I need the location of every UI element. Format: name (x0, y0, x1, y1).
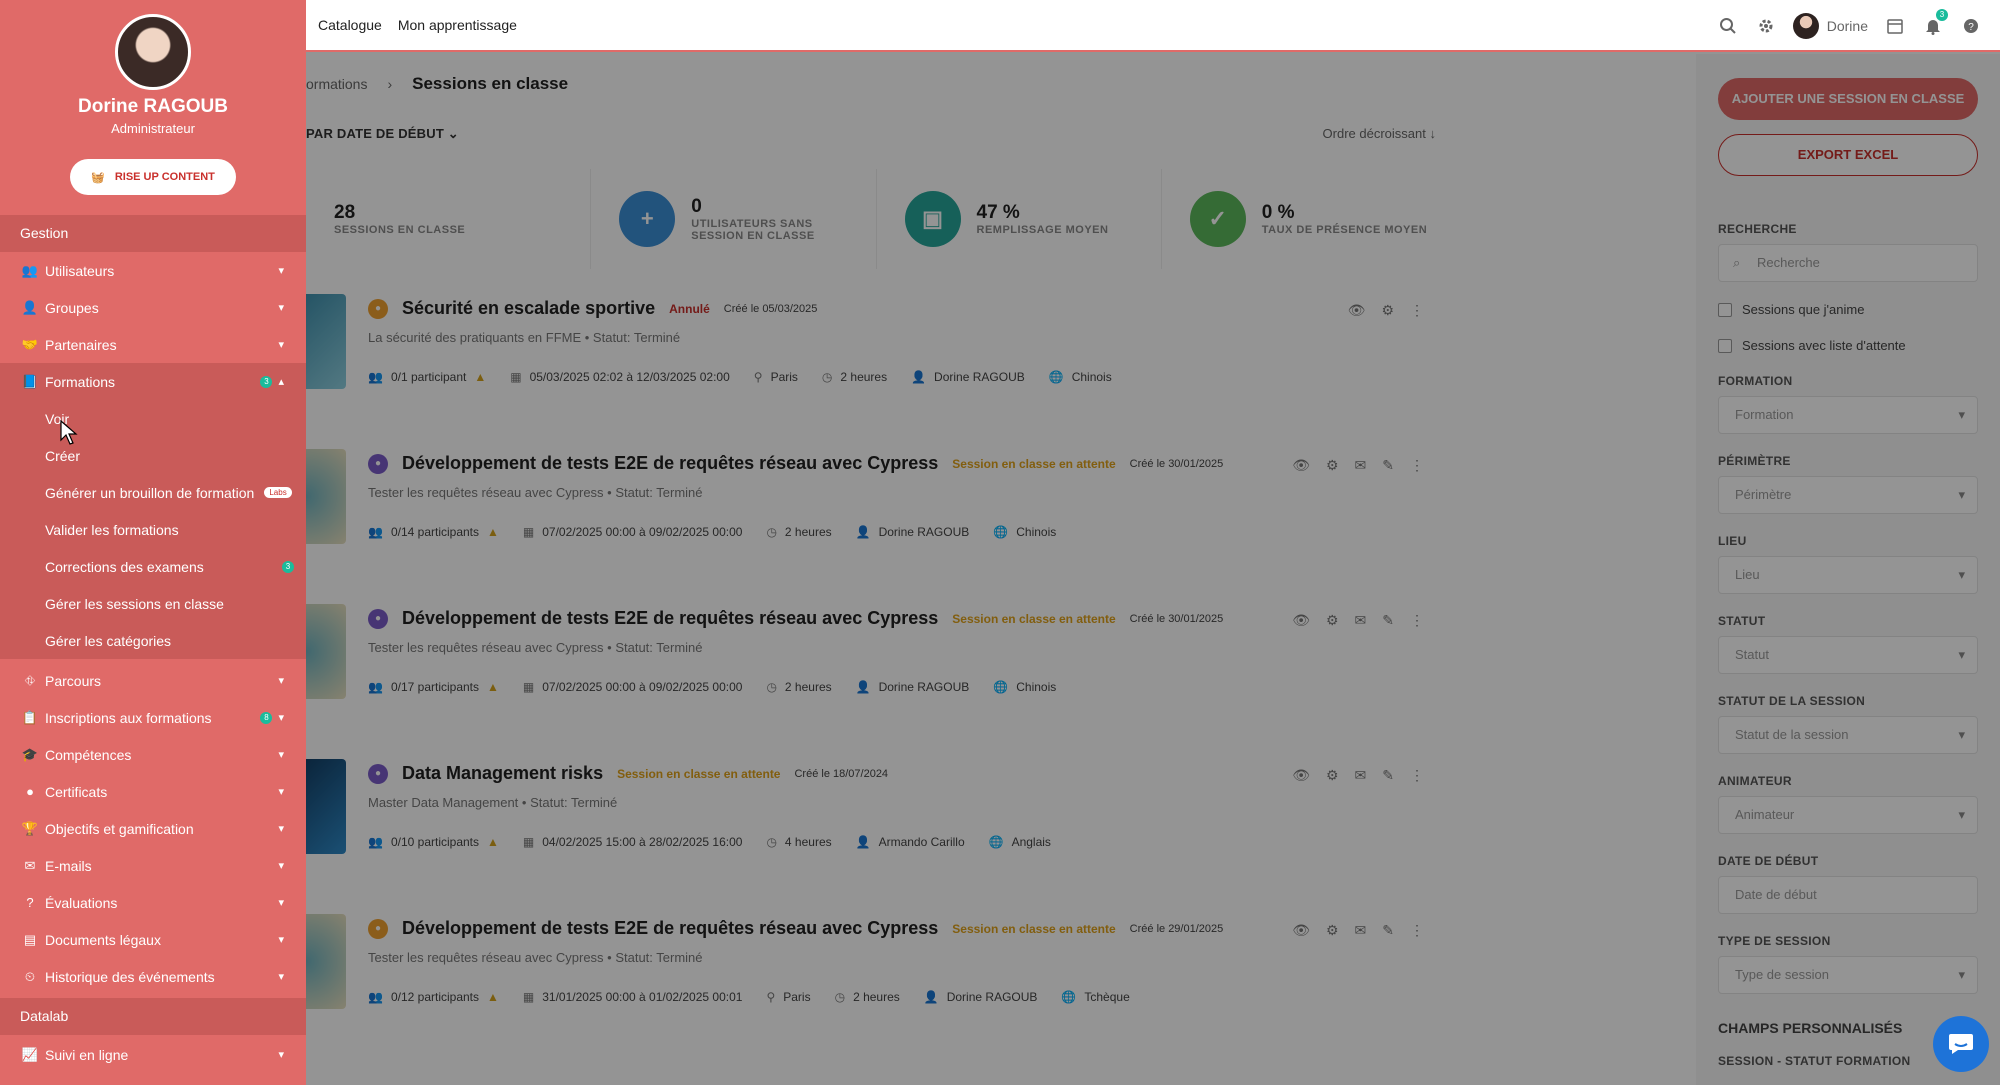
sidebar-item-label: Objectifs et gamification (45, 820, 194, 837)
notification-badge: 3 (1936, 9, 1948, 21)
sidebar-item-suivi-en-ligne[interactable]: 📈 Suivi en ligne ▾ (0, 1036, 306, 1073)
sidebar-item-certificats[interactable]: ● Certificats ▾ (0, 773, 306, 810)
svg-text:?: ? (1968, 22, 1974, 33)
sidebar-item-label: Compétences (45, 746, 132, 763)
sidebar-item-emails[interactable]: ✉ E-mails ▾ (0, 847, 306, 884)
sidebar-item-label: Partenaires (45, 336, 117, 353)
subitem-label: Gérer les catégories (45, 632, 172, 649)
chevron-down-icon: ▾ (278, 675, 284, 687)
certificate-icon: ● (26, 784, 34, 799)
chevron-down-icon: ▾ (278, 897, 284, 909)
labs-badge: Labs (264, 487, 292, 498)
sidebar-item-historique[interactable]: ⏲ Historique des événements ▾ (0, 958, 306, 995)
sidebar-item-parcours[interactable]: ⛗ Parcours ▾ (0, 662, 306, 699)
sidebar-subitem-generer-brouillon[interactable]: Générer un brouillon de formation Labs (0, 474, 306, 511)
sidebar-item-label: Parcours (45, 672, 102, 689)
sidebar-item-utilisateurs[interactable]: 👥 Utilisateurs ▾ (0, 252, 306, 289)
sidebar-item-inscriptions[interactable]: 📋 Inscriptions aux formations 8 ▾ (0, 699, 306, 736)
basket-icon: 🧺 (91, 171, 105, 184)
sidebar-item-competences[interactable]: 🎓 Compétences ▾ (0, 736, 306, 773)
section-gestion: Gestion (0, 215, 306, 252)
sidebar-item-objectifs[interactable]: 🏆 Objectifs et gamification ▾ (0, 810, 306, 847)
search-icon[interactable] (1717, 15, 1739, 37)
sidebar-item-evaluations[interactable]: ? Évaluations ▾ (0, 884, 306, 921)
sidebar-item-partenaires[interactable]: 🤝 Partenaires ▾ (0, 326, 306, 363)
chevron-down-icon: ▾ (278, 860, 284, 872)
group-icon: 👤 (21, 299, 39, 315)
subitem-label: Corrections des examens (45, 558, 204, 575)
count-badge: 8 (260, 711, 273, 724)
sidebar-item-label: Évaluations (45, 894, 118, 911)
chevron-down-icon: ▾ (278, 971, 284, 983)
sidebar-item-groupes[interactable]: 👤 Groupes ▾ (0, 289, 306, 326)
help-icon[interactable]: ? (1960, 15, 1982, 37)
sitemap-icon: ⛗ (24, 672, 36, 688)
sidebar-item-label: Inscriptions aux formations (45, 709, 212, 726)
users-icon: 👥 (21, 262, 39, 278)
sidebar-subitem-creer[interactable]: Créer (0, 437, 306, 474)
top-nav: Catalogue Mon apprentissage (318, 17, 517, 33)
question-icon: ? (26, 895, 34, 910)
subitem-label: Gérer les sessions en classe (45, 595, 224, 612)
sidebar-subitem-sessions-classe[interactable]: Gérer les sessions en classe (0, 585, 306, 622)
chat-button[interactable] (1933, 1016, 1989, 1072)
calendar-icon[interactable] (1884, 15, 1906, 37)
sidebar-item-label: E-mails (45, 857, 92, 874)
sidebar-item-label: Groupes (45, 299, 99, 316)
chat-icon (1949, 1034, 1973, 1054)
sidebar-subitem-categories[interactable]: Gérer les catégories (0, 622, 306, 659)
subitem-label: Générer un brouillon de formation (45, 484, 255, 501)
sidebar-item-label: Documents légaux (45, 931, 161, 948)
count-badge: 3 (260, 375, 273, 388)
sidebar-item-label: Suivi en ligne (45, 1046, 129, 1063)
chevron-up-icon: ▴ (278, 376, 284, 388)
chevron-down-icon: ▾ (278, 786, 284, 798)
user-menu[interactable]: Dorine (1792, 13, 1868, 39)
sidebar-item-label: Utilisateurs (45, 262, 115, 279)
sidebar: Dorine RAGOUB Administrateur 🧺 RISE UP C… (0, 0, 306, 1085)
register-icon: 📋 (21, 709, 39, 725)
avatar (115, 14, 191, 90)
sidebar-subitem-valider[interactable]: Valider les formations (0, 511, 306, 548)
chevron-down-icon: ▾ (278, 302, 284, 314)
sidebar-item-label: Formations (45, 373, 116, 390)
book-icon: 📘 (21, 373, 39, 389)
mouse-cursor-icon (60, 419, 78, 451)
history-icon: ⏲ (24, 968, 36, 984)
count-badge: 3 (282, 560, 294, 573)
document-icon: ▤ (23, 931, 37, 947)
chart-icon: 📈 (21, 1046, 39, 1062)
sidebar-subitem-corrections[interactable]: Corrections des examens 3 (0, 548, 306, 585)
rise-up-content-label: RISE UP CONTENT (114, 171, 215, 183)
chevron-down-icon: ▾ (278, 265, 284, 277)
sidebar-item-label: Certificats (45, 783, 108, 800)
sidebar-user-name: Dorine RAGOUB (78, 96, 228, 117)
subitem-label: Valider les formations (45, 521, 179, 538)
sidebar-item-formations[interactable]: 📘 Formations 3 ▴ (0, 363, 306, 400)
chevron-down-icon: ▾ (278, 823, 284, 835)
avatar (1792, 13, 1819, 39)
chevron-down-icon: ▾ (278, 712, 284, 724)
chevron-down-icon: ▾ (278, 339, 284, 351)
modal-backdrop[interactable] (306, 52, 2000, 1085)
gear-icon[interactable] (1755, 15, 1777, 37)
nav-mon-apprentissage[interactable]: Mon apprentissage (398, 17, 517, 33)
sidebar-item-documents[interactable]: ▤ Documents légaux ▾ (0, 921, 306, 958)
section-datalab: Datalab (0, 998, 306, 1035)
sidebar-user-role: Administrateur (111, 121, 195, 136)
handshake-icon: 🤝 (21, 336, 39, 352)
rise-up-content-button[interactable]: 🧺 RISE UP CONTENT (70, 159, 236, 195)
sidebar-item-label: Historique des événements (45, 968, 215, 985)
chevron-down-icon: ▾ (278, 934, 284, 946)
bell-icon[interactable]: 3 (1922, 9, 1948, 37)
skills-icon: 🎓 (21, 746, 39, 762)
nav-catalogue[interactable]: Catalogue (318, 17, 382, 33)
sidebar-subitem-voir[interactable]: Voir (0, 400, 306, 437)
top-right-tools: Dorine 3 ? (1717, 9, 1982, 39)
mail-icon: ✉ (24, 857, 36, 873)
user-name: Dorine (1826, 18, 1868, 34)
trophy-icon: 🏆 (21, 820, 39, 836)
chevron-down-icon: ▾ (278, 749, 284, 761)
chevron-down-icon: ▾ (278, 1049, 284, 1061)
